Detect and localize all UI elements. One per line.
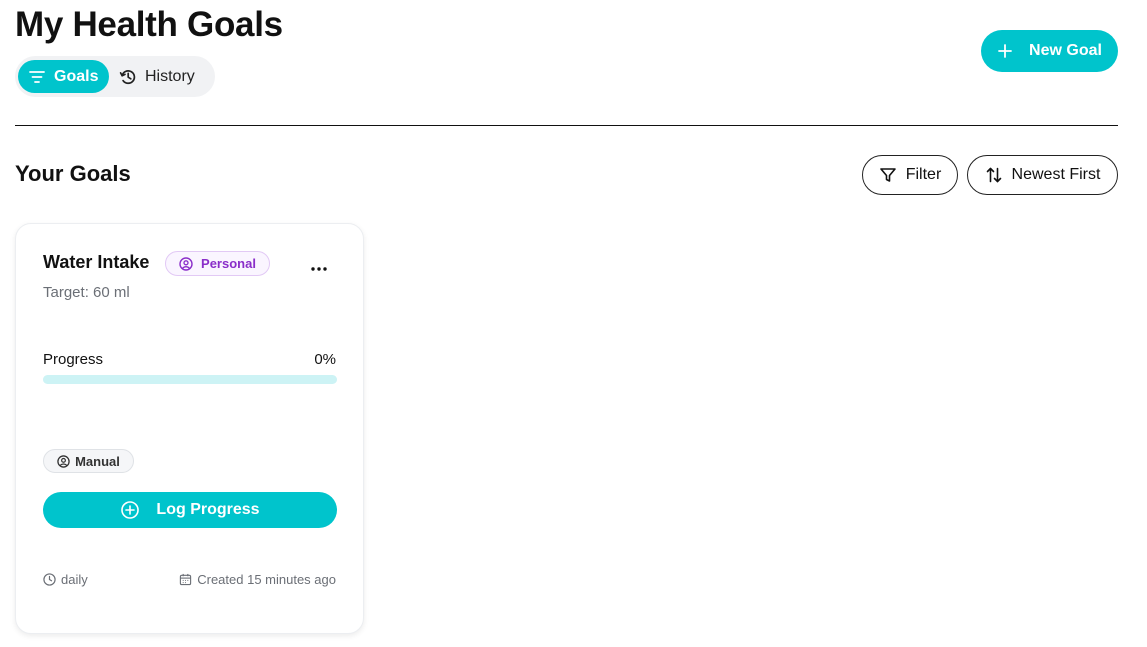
page: My Health Goals Goals History New Goal Y… bbox=[0, 0, 1147, 647]
sort-arrows-icon bbox=[986, 167, 1001, 183]
sort-button[interactable]: Newest First bbox=[967, 155, 1118, 195]
plus-icon bbox=[998, 44, 1012, 58]
filter-button[interactable]: Filter bbox=[862, 155, 958, 195]
frequency-label: daily bbox=[61, 572, 88, 587]
log-progress-label: Log Progress bbox=[156, 501, 260, 518]
plus-circle-icon bbox=[121, 501, 140, 519]
created-label: Created 15 minutes ago bbox=[197, 572, 336, 587]
goal-created: Created 15 minutes ago bbox=[179, 572, 336, 587]
goal-frequency: daily bbox=[43, 572, 88, 587]
progress-bar bbox=[43, 375, 337, 384]
calendar-icon bbox=[180, 573, 192, 586]
goal-target: Target: 60 ml bbox=[43, 284, 130, 301]
goal-card: Water Intake Personal Target: 60 ml Prog… bbox=[15, 223, 364, 634]
funnel-icon bbox=[879, 168, 896, 182]
tab-history-label: History bbox=[145, 67, 195, 85]
tab-history[interactable]: History bbox=[109, 60, 195, 93]
more-horizontal-icon bbox=[311, 267, 327, 271]
history-icon bbox=[119, 69, 136, 84]
new-goal-button[interactable]: New Goal bbox=[981, 30, 1118, 72]
source-label: Manual bbox=[75, 453, 120, 469]
filter-lines-icon bbox=[29, 70, 45, 83]
sort-label: Newest First bbox=[1011, 166, 1101, 183]
clock-icon bbox=[43, 573, 56, 586]
section-title: Your Goals bbox=[15, 161, 131, 186]
filter-label: Filter bbox=[905, 166, 942, 183]
category-badge: Personal bbox=[165, 251, 270, 276]
category-label: Personal bbox=[201, 256, 256, 271]
tab-goals-label: Goals bbox=[54, 67, 99, 85]
goal-title: Water Intake bbox=[43, 252, 150, 272]
user-circle-icon bbox=[57, 454, 70, 468]
new-goal-label: New Goal bbox=[1029, 42, 1102, 59]
progress-value: 0% bbox=[314, 351, 336, 368]
source-badge: Manual bbox=[43, 449, 134, 473]
user-circle-icon bbox=[179, 256, 193, 271]
header-divider bbox=[15, 125, 1118, 126]
progress-label: Progress bbox=[43, 351, 104, 368]
more-options-button[interactable] bbox=[308, 260, 330, 278]
view-toggle: Goals History bbox=[15, 56, 215, 97]
tab-goals[interactable]: Goals bbox=[18, 60, 109, 93]
page-title: My Health Goals bbox=[15, 5, 283, 44]
log-progress-button[interactable]: Log Progress bbox=[43, 492, 337, 528]
